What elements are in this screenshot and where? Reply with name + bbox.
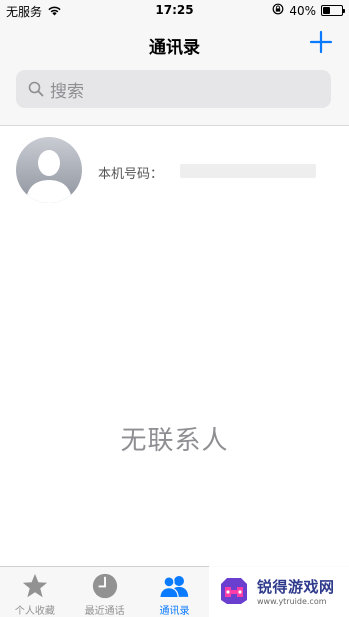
- watermark-texts: 锐得游戏网 www.ytruide.com: [257, 576, 335, 606]
- status-right: 40%: [272, 3, 345, 18]
- add-contact-button[interactable]: [307, 28, 335, 56]
- watermark: 锐得游戏网 www.ytruide.com: [209, 565, 349, 617]
- tab-contacts[interactable]: 通讯录: [140, 567, 210, 617]
- empty-state-text: 无联系人: [120, 426, 229, 456]
- contacts-icon: [159, 576, 189, 599]
- watermark-url: www.ytruide.com: [257, 597, 327, 606]
- tab-label: 最近通话: [84, 606, 125, 617]
- avatar: [16, 137, 82, 203]
- tab-label: 个人收藏: [14, 606, 55, 617]
- star-icon: [22, 573, 48, 598]
- person-icon: [16, 137, 82, 203]
- watermark-brand: 锐得游戏网: [257, 578, 335, 596]
- tab-favorites[interactable]: 个人收藏: [0, 567, 70, 617]
- tab-label: 通讯录: [159, 606, 190, 617]
- gamepad-logo-icon: [221, 578, 247, 604]
- status-bar: 无服务 17:25 40%: [0, 0, 349, 22]
- search-input[interactable]: 搜索: [16, 70, 331, 108]
- my-card[interactable]: 本机号码：: [0, 127, 349, 215]
- battery-fill: [323, 7, 331, 14]
- nav-header: 通讯录 搜索: [0, 22, 349, 126]
- page-title: 通讯录: [149, 38, 200, 58]
- my-number-label: 本机号码：: [98, 167, 164, 182]
- battery-percent: 40%: [289, 3, 316, 18]
- battery-icon: [321, 5, 345, 16]
- my-number-value-blurred: [180, 164, 316, 178]
- rotation-lock-icon: [272, 3, 284, 18]
- search-placeholder: 搜索: [50, 81, 84, 102]
- tab-recents[interactable]: 最近通话: [70, 567, 140, 617]
- clock-icon: [92, 573, 117, 599]
- search-icon: [28, 81, 44, 97]
- plus-icon: [309, 30, 333, 54]
